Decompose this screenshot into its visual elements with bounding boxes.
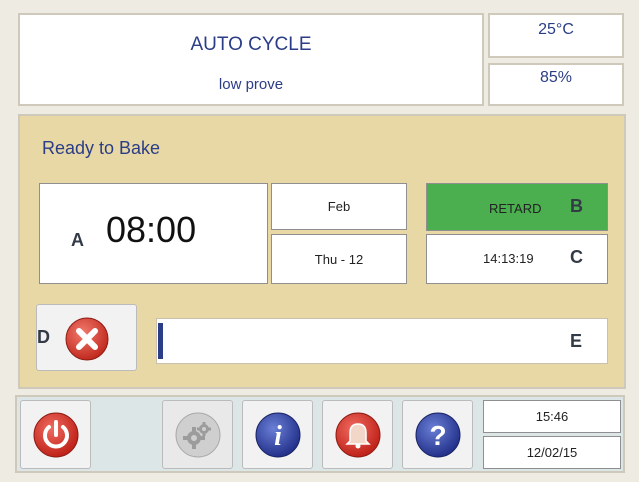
settings-button[interactable] <box>162 400 233 469</box>
cycle-subtitle: low prove <box>218 76 284 93</box>
svg-text:?: ? <box>429 420 446 451</box>
temperature-value: 25°C <box>538 21 574 38</box>
help-button[interactable]: ? <box>402 400 473 469</box>
status-text: Ready to Bake <box>42 138 161 158</box>
settings-gear-icon <box>175 412 221 458</box>
start-time-field[interactable]: A 08:00 <box>39 183 268 284</box>
marker-a: A <box>71 230 84 250</box>
month-field[interactable]: Feb <box>271 183 407 230</box>
temperature-display: 25°C <box>488 13 624 58</box>
humidity-value: 85% <box>539 69 573 86</box>
marker-d: D <box>37 327 50 347</box>
retard-button-label: RETARD <box>489 201 542 216</box>
alarm-button[interactable] <box>322 400 393 469</box>
progress-fill <box>158 323 163 359</box>
day-value: Thu - 12 <box>314 251 364 267</box>
info-icon: i <box>255 412 301 458</box>
current-time-display: 14:13:19 C <box>426 234 608 284</box>
system-time-value: 15:46 <box>535 409 569 424</box>
svg-text:i: i <box>274 421 282 452</box>
marker-c: C <box>570 247 583 267</box>
retard-button[interactable]: RETARD B <box>426 183 608 231</box>
cancel-button[interactable]: D <box>36 304 137 371</box>
cycle-title-panel: AUTO CYCLE low prove <box>18 13 484 106</box>
marker-b: B <box>570 196 583 216</box>
info-button[interactable]: i <box>242 400 313 469</box>
alarm-bell-icon <box>335 412 381 458</box>
power-icon <box>33 412 79 458</box>
day-field[interactable]: Thu - 12 <box>271 234 407 284</box>
system-date-value: 12/02/15 <box>526 445 578 460</box>
marker-e: E <box>570 331 583 351</box>
cycle-title: AUTO CYCLE <box>190 34 312 55</box>
start-time-value: 08:00 <box>106 209 197 250</box>
system-date-display: 12/02/15 <box>483 436 621 469</box>
month-value: Feb <box>327 199 351 214</box>
help-icon: ? <box>415 412 461 458</box>
progress-bar: E <box>156 318 608 364</box>
current-time-value: 14:13:19 <box>483 251 534 266</box>
humidity-display: 85% <box>488 63 624 106</box>
system-time-display: 15:46 <box>483 400 621 433</box>
cancel-x-icon <box>65 317 109 361</box>
power-button[interactable] <box>20 400 91 469</box>
